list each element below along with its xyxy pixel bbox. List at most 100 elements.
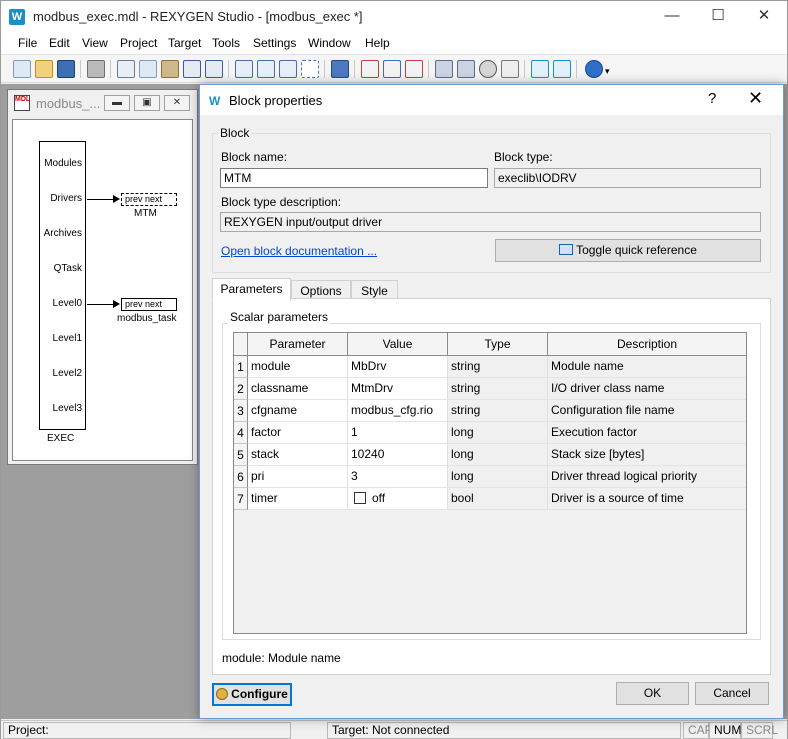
param-value-cell[interactable]: off	[348, 488, 448, 510]
title-bar[interactable]: W modbus_exec.mdl - REXYGEN Studio - [mo…	[1, 1, 787, 33]
disconnect-icon[interactable]	[457, 60, 475, 78]
mtm-block[interactable]: prev next	[121, 193, 177, 206]
dialog-close-button[interactable]: ✕	[748, 88, 763, 109]
close-button[interactable]: ✕	[741, 1, 787, 33]
menu-file[interactable]: File	[18, 36, 37, 50]
column-header-parameter[interactable]: Parameter	[248, 333, 348, 356]
redo-icon[interactable]	[205, 60, 223, 78]
configure-gear-icon	[216, 688, 229, 700]
model-restore-button[interactable]: ▣	[134, 95, 160, 111]
zoom-fit-icon[interactable]	[279, 60, 297, 78]
library-icon[interactable]	[331, 60, 349, 78]
table-row[interactable]: 7 timer off bool Driver is a source of t…	[234, 488, 746, 510]
watch-icon[interactable]	[553, 60, 571, 78]
new-file-icon[interactable]	[13, 60, 31, 78]
level0-wire	[87, 304, 115, 305]
menu-tools[interactable]: Tools	[212, 36, 240, 50]
download-icon[interactable]	[383, 60, 401, 78]
toolbar-separator	[428, 60, 429, 78]
param-value-cell[interactable]: 3	[348, 466, 448, 488]
row-number: 6	[234, 466, 248, 488]
cancel-button[interactable]: Cancel	[695, 682, 769, 705]
tab-style[interactable]: Style	[351, 280, 398, 300]
copy-icon[interactable]	[139, 60, 157, 78]
info-icon[interactable]	[585, 60, 603, 78]
param-type-cell: long	[448, 422, 548, 444]
info-dropdown-icon[interactable]: ▾	[605, 67, 613, 76]
zoom-selection-icon[interactable]	[301, 60, 319, 78]
paste-icon[interactable]	[161, 60, 179, 78]
ok-button[interactable]: OK	[616, 682, 689, 705]
column-header-value[interactable]: Value	[348, 333, 448, 356]
tab-options[interactable]: Options	[291, 280, 351, 300]
menu-view[interactable]: View	[82, 36, 108, 50]
param-desc-cell: Driver thread logical priority	[548, 466, 746, 488]
cut-icon[interactable]	[117, 60, 135, 78]
menu-edit[interactable]: Edit	[49, 36, 70, 50]
settings-gear-icon[interactable]	[479, 60, 497, 78]
table-row[interactable]: 3 cfgname modbus_cfg.rio string Configur…	[234, 400, 746, 422]
table-row[interactable]: 1 module MbDrv string Module name	[234, 356, 746, 378]
dialog-titlebar[interactable]: W Block properties ? ✕	[200, 85, 783, 115]
zoom-in-icon[interactable]	[235, 60, 253, 78]
model-close-button[interactable]: ✕	[164, 95, 190, 111]
status-bar: Project: Target: Not connected CAP NUM S…	[1, 720, 787, 739]
table-row[interactable]: 6 pri 3 long Driver thread logical prior…	[234, 466, 746, 488]
menu-settings[interactable]: Settings	[253, 36, 296, 50]
param-value-cell[interactable]: MbDrv	[348, 356, 448, 378]
zoom-out-icon[interactable]	[257, 60, 275, 78]
column-header-description[interactable]: Description	[548, 333, 746, 356]
table-row[interactable]: 5 stack 10240 long Stack size [bytes]	[234, 444, 746, 466]
toolbar-separator	[110, 60, 111, 78]
drivers-wire	[87, 199, 115, 200]
timer-checkbox[interactable]	[354, 492, 366, 504]
menu-project[interactable]: Project	[120, 36, 157, 50]
menu-help[interactable]: Help	[365, 36, 390, 50]
param-value-cell[interactable]: 1	[348, 422, 448, 444]
tab-parameters[interactable]: Parameters	[212, 278, 291, 301]
param-desc-cell: I/O driver class name	[548, 378, 746, 400]
model-window: MDL modbus_... ▬ ▣ ✕ Modules Drivers Arc…	[7, 89, 198, 465]
rexygen-icon[interactable]	[531, 60, 549, 78]
row-number: 2	[234, 378, 248, 400]
model-canvas[interactable]: Modules Drivers Archives QTask Level0 Le…	[12, 119, 193, 461]
open-folder-icon[interactable]	[35, 60, 53, 78]
table-row[interactable]: 2 classname MtmDrv string I/O driver cla…	[234, 378, 746, 400]
maximize-button[interactable]: ☐	[695, 1, 741, 33]
exec-block[interactable]: Modules Drivers Archives QTask Level0 Le…	[39, 141, 86, 430]
list-icon[interactable]	[501, 60, 519, 78]
level0-arrow	[113, 300, 120, 308]
block-name-input[interactable]: MTM	[220, 168, 488, 188]
param-name-cell: timer	[248, 488, 348, 510]
mtm-block-name: MTM	[134, 208, 157, 219]
help-button[interactable]: ?	[708, 90, 716, 107]
grid-header: Parameter Value Type Description	[234, 333, 746, 356]
connect-icon[interactable]	[435, 60, 453, 78]
save-icon[interactable]	[57, 60, 75, 78]
menu-window[interactable]: Window	[308, 36, 351, 50]
toggle-quick-reference-button[interactable]: Toggle quick reference	[495, 239, 761, 262]
open-documentation-link[interactable]: Open block documentation ...	[221, 244, 377, 258]
undo-icon[interactable]	[183, 60, 201, 78]
model-minimize-button[interactable]: ▬	[104, 95, 130, 111]
menu-target[interactable]: Target	[168, 36, 201, 50]
param-value-cell[interactable]: MtmDrv	[348, 378, 448, 400]
compile-icon[interactable]	[361, 60, 379, 78]
toolbar-separator	[80, 60, 81, 78]
configure-button[interactable]: Configure	[212, 683, 292, 706]
param-type-cell: long	[448, 466, 548, 488]
column-header-type[interactable]: Type	[448, 333, 548, 356]
param-value-cell[interactable]: 10240	[348, 444, 448, 466]
param-type-cell: bool	[448, 488, 548, 510]
modbus-task-block[interactable]: prev next	[121, 298, 177, 311]
rexygen-app-icon: W	[9, 9, 25, 25]
exec-port-level3: Level3	[52, 403, 82, 414]
param-value-cell[interactable]: modbus_cfg.rio	[348, 400, 448, 422]
model-window-titlebar[interactable]: MDL modbus_... ▬ ▣ ✕	[8, 90, 197, 116]
minimize-button[interactable]: —	[649, 1, 695, 33]
upload-icon[interactable]	[405, 60, 423, 78]
table-row[interactable]: 4 factor 1 long Execution factor	[234, 422, 746, 444]
dialog-title: Block properties	[229, 93, 323, 108]
description-field: REXYGEN input/output driver	[220, 212, 761, 232]
print-icon[interactable]	[87, 60, 105, 78]
